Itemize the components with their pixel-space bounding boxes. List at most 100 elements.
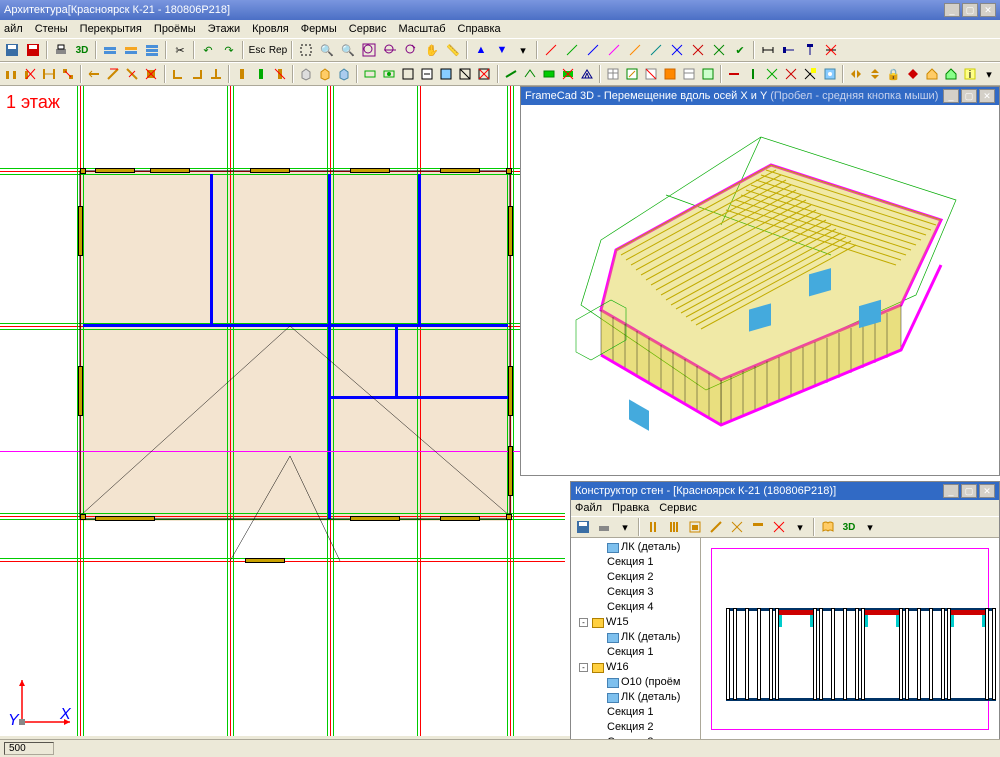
close-button[interactable]: ✕ — [980, 3, 996, 17]
3d-button[interactable]: 3D — [72, 40, 92, 60]
roof-fill-icon[interactable] — [540, 64, 558, 84]
up-arrow-icon[interactable]: ▲ — [471, 40, 491, 60]
t2-7-icon[interactable] — [123, 64, 141, 84]
box3d-1-icon[interactable] — [297, 64, 315, 84]
layer1-icon[interactable] — [100, 40, 120, 60]
ww-cross-icon[interactable] — [727, 517, 747, 537]
t2-4-icon[interactable] — [59, 64, 77, 84]
ww-dd2-icon[interactable]: ▾ — [790, 517, 810, 537]
esc-button[interactable]: Esc — [247, 40, 267, 60]
ww-book-icon[interactable] — [818, 517, 838, 537]
table-del-icon[interactable] — [642, 64, 660, 84]
wallwin-menu-service[interactable]: Сервис — [659, 502, 697, 514]
select-icon[interactable] — [296, 40, 316, 60]
t2-del-icon[interactable] — [142, 64, 160, 84]
ww-dd3-icon[interactable]: ▾ — [860, 517, 880, 537]
menu-file[interactable]: айл — [4, 23, 23, 35]
cut-icon[interactable]: ✂ — [170, 40, 190, 60]
line-tool5-icon[interactable] — [625, 40, 645, 60]
wallwin-minimize[interactable]: _ — [943, 484, 959, 498]
table-3-icon[interactable] — [699, 64, 717, 84]
xnote-icon[interactable] — [801, 64, 819, 84]
truss-icon[interactable] — [578, 64, 596, 84]
settings-icon[interactable] — [821, 64, 839, 84]
tree-node-8[interactable]: -W16 — [573, 660, 698, 675]
layer3-icon[interactable] — [142, 40, 162, 60]
zoom-in-icon[interactable]: 🔍 — [317, 40, 337, 60]
wallwin-maximize[interactable]: ▢ — [961, 484, 977, 498]
ww-save-icon[interactable] — [573, 517, 593, 537]
corner-mid-icon[interactable] — [207, 64, 225, 84]
zoom-refresh-icon[interactable] — [401, 40, 421, 60]
profile2-icon[interactable] — [252, 64, 270, 84]
t2-1-icon[interactable] — [2, 64, 20, 84]
measure-icon[interactable]: 📏 — [443, 40, 463, 60]
menu-openings[interactable]: Проёмы — [154, 23, 196, 35]
dropdown-icon[interactable]: ▾ — [513, 40, 533, 60]
wall-elevation[interactable] — [701, 538, 999, 740]
t2-2-icon[interactable] — [21, 64, 39, 84]
profile3-icon[interactable] — [271, 64, 289, 84]
menu-walls[interactable]: Стены — [35, 23, 68, 35]
win3d-close[interactable]: ✕ — [979, 89, 995, 103]
profile1-icon[interactable] — [233, 64, 251, 84]
maximize-button[interactable]: ▢ — [962, 3, 978, 17]
zoom-extents-icon[interactable] — [380, 40, 400, 60]
menu-service[interactable]: Сервис — [349, 23, 387, 35]
mirror-h-icon[interactable] — [847, 64, 865, 84]
diamond-icon[interactable] — [904, 64, 922, 84]
x-tool1-icon[interactable] — [667, 40, 687, 60]
win3d-titlebar[interactable]: FrameCad 3D - Перемещение вдоль осей X и… — [521, 87, 999, 105]
rect-1-icon[interactable] — [399, 64, 417, 84]
check-icon[interactable]: ✔ — [730, 40, 750, 60]
table1-icon[interactable] — [604, 64, 622, 84]
win3d-minimize[interactable]: _ — [943, 89, 959, 103]
menu-floors[interactable]: Перекрытия — [80, 23, 142, 35]
lock-icon[interactable]: 🔒 — [885, 64, 903, 84]
ww-header-icon[interactable] — [748, 517, 768, 537]
box3d-3-icon[interactable] — [335, 64, 353, 84]
wallwin-close[interactable]: ✕ — [979, 484, 995, 498]
tree-node-2[interactable]: Секция 2 — [573, 570, 698, 585]
ww-stud-icon[interactable] — [643, 517, 663, 537]
house2-icon[interactable] — [942, 64, 960, 84]
tree-node-1[interactable]: Секция 1 — [573, 555, 698, 570]
tree-node-11[interactable]: Секция 1 — [573, 705, 698, 720]
box3d-2-icon[interactable] — [316, 64, 334, 84]
tree-node-4[interactable]: Секция 4 — [573, 600, 698, 615]
menu-help[interactable]: Справка — [458, 23, 501, 35]
wallwin-menu-edit[interactable]: Правка — [612, 502, 649, 514]
tree-node-3[interactable]: Секция 3 — [573, 585, 698, 600]
t2-6-icon[interactable] — [104, 64, 122, 84]
x-tool3-icon[interactable] — [709, 40, 729, 60]
tree-node-5[interactable]: -W15 — [573, 615, 698, 630]
layer2-icon[interactable] — [121, 40, 141, 60]
rep-button[interactable]: Rep — [268, 40, 288, 60]
ww-brace-icon[interactable] — [706, 517, 726, 537]
menu-roof[interactable]: Кровля — [252, 23, 289, 35]
tree-node-0[interactable]: ЛК (деталь) — [573, 540, 698, 555]
undo-icon[interactable]: ↶ — [198, 40, 218, 60]
t2-5-icon[interactable] — [85, 64, 103, 84]
table-orange-icon[interactable] — [661, 64, 679, 84]
dim-h-icon[interactable] — [758, 40, 778, 60]
table-2-icon[interactable] — [680, 64, 698, 84]
line-v-icon[interactable] — [744, 64, 762, 84]
save-icon[interactable] — [2, 40, 22, 60]
dim-tool2-icon[interactable] — [779, 40, 799, 60]
rect-select-icon[interactable] — [380, 64, 398, 84]
line-blue-icon[interactable] — [583, 40, 603, 60]
roof-1-icon[interactable] — [521, 64, 539, 84]
rect-green-icon[interactable] — [361, 64, 379, 84]
corner-br-icon[interactable] — [188, 64, 206, 84]
line-red-icon[interactable] — [541, 40, 561, 60]
ww-stud2-icon[interactable] — [664, 517, 684, 537]
rect-diag-icon[interactable] — [456, 64, 474, 84]
x-tool2-icon[interactable] — [688, 40, 708, 60]
minimize-button[interactable]: _ — [944, 3, 960, 17]
pan-icon[interactable]: ✋ — [422, 40, 442, 60]
red-x2-icon[interactable] — [782, 64, 800, 84]
print-icon[interactable] — [51, 40, 71, 60]
t2-3-icon[interactable] — [40, 64, 58, 84]
zoom-out-icon[interactable]: 🔍 — [338, 40, 358, 60]
